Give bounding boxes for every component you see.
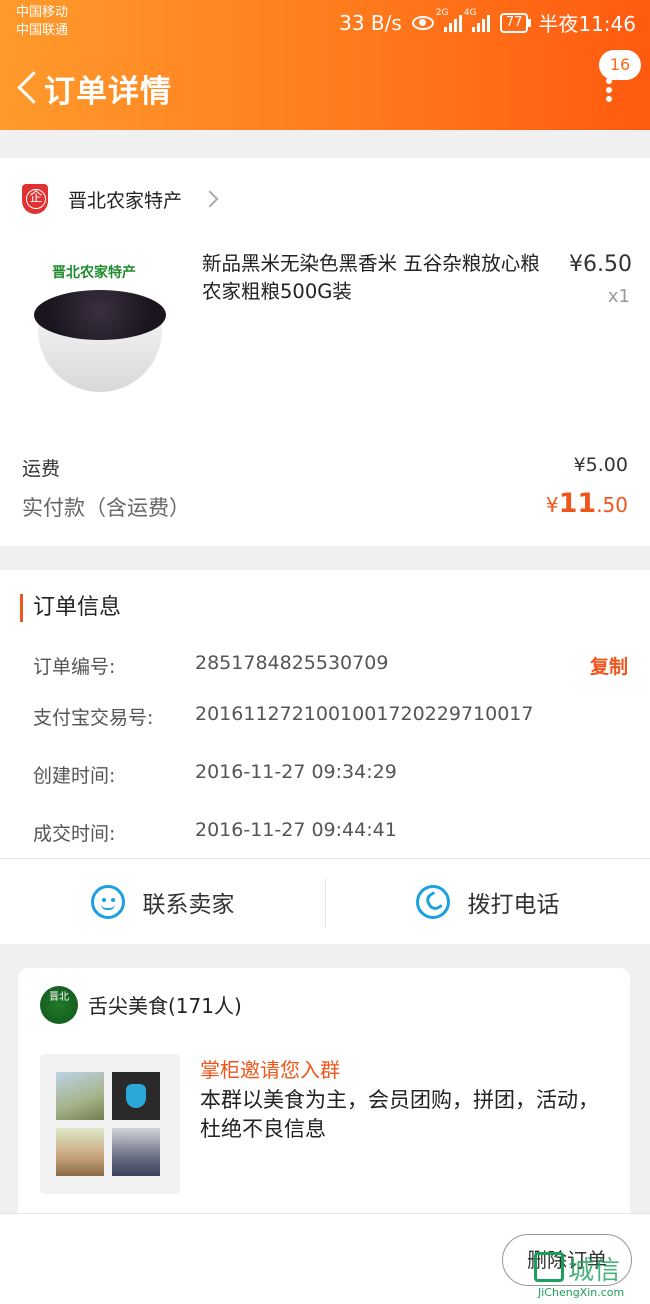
status-bar: 中国移动 中国联通 33 B/s 2G 4G 77 半夜11:46: [0, 0, 650, 46]
created-time-value: 2016-11-27 09:34:29: [195, 761, 397, 783]
shipping-label: 运费: [22, 458, 61, 480]
avatar: [112, 1128, 160, 1176]
network-type-2: 4G: [463, 7, 477, 18]
info-label: 订单编号:: [33, 656, 116, 678]
status-indicators: 33 B/s 2G 4G 77 半夜11:46: [339, 8, 636, 37]
watermark-text: 城信: [568, 1256, 621, 1286]
contact-seller-button[interactable]: 联系卖家: [0, 859, 325, 944]
invite-title: 掌柜邀请您入群: [200, 1058, 340, 1082]
created-time-row: 创建时间: 2016-11-27 09:34:29: [33, 761, 397, 788]
shop-name: 晋北农家特产: [68, 189, 183, 212]
carrier-2: 中国联通: [16, 23, 69, 38]
paid-amount-label: 实付款（含运费）: [22, 496, 190, 520]
order-info-card: 订单信息 订单编号: 2851784825530709 复制 支付宝交易号: 2…: [0, 570, 650, 944]
watermark-url: JiChengXin.com: [538, 1286, 625, 1299]
signal-icon: 2G: [436, 8, 462, 32]
battery-level: 77: [505, 14, 523, 30]
more-menu-icon[interactable]: [604, 78, 614, 104]
product-quantity: x1: [607, 286, 630, 307]
avatar: [112, 1072, 160, 1120]
order-product-card: 晋北农家特产 晋北农家特产 新品黑米无染色黑香米 五谷杂粮放心粮农家粗粮500G…: [0, 158, 650, 546]
page-title: 订单详情: [44, 74, 172, 110]
network-type-1: 2G: [435, 7, 449, 18]
deal-time-value: 2016-11-27 09:44:41: [195, 819, 397, 841]
avatar: [56, 1128, 104, 1176]
paid-amount-value: ¥11.50: [546, 488, 628, 519]
product-image[interactable]: 晋北农家特产: [22, 254, 180, 410]
info-label: 支付宝交易号:: [33, 707, 154, 729]
paid-decimal: .50: [596, 493, 628, 517]
info-label: 成交时间:: [33, 823, 116, 845]
call-phone-label: 拨打电话: [467, 891, 560, 918]
paid-integer: 11: [558, 488, 597, 519]
phone-icon: [415, 884, 450, 919]
enterprise-shop-icon: [22, 184, 48, 214]
product-price: ¥6.50: [569, 252, 632, 277]
back-icon[interactable]: [14, 68, 44, 108]
alipay-trade-value: 2016112721001001720229710017: [195, 703, 534, 725]
signal-icon: 4G: [464, 8, 490, 32]
avatar: [56, 1072, 104, 1120]
watermark-logo-icon: [534, 1252, 564, 1282]
order-info-title: 订单信息: [20, 594, 121, 622]
paid-currency: ¥: [545, 493, 559, 517]
product-image-brand: 晋北农家特产: [52, 265, 136, 281]
nav-header: 订单详情 16: [0, 46, 650, 130]
copy-button[interactable]: 复制: [590, 652, 628, 679]
group-name: 舌尖美食(171人): [88, 994, 242, 1018]
order-number-row: 订单编号: 2851784825530709: [33, 652, 388, 679]
shop-link[interactable]: 晋北农家特产: [22, 180, 219, 218]
rice-bowl-image: [34, 290, 166, 400]
app-header-bar: 中国移动 中国联通 33 B/s 2G 4G 77 半夜11:46 订单详情 1…: [0, 0, 650, 130]
carrier-1: 中国移动: [16, 5, 69, 20]
alipay-trade-row: 支付宝交易号: 2016112721001001720229710017: [33, 703, 533, 730]
info-label: 创建时间:: [33, 765, 116, 787]
group-logo: 晋北: [40, 986, 78, 1024]
shipping-value: ¥5.00: [573, 454, 628, 476]
message-count-badge[interactable]: 16: [599, 50, 641, 80]
carrier-info: 中国移动 中国联通: [16, 4, 68, 40]
call-phone-button[interactable]: 拨打电话: [325, 859, 650, 944]
battery-icon: 77: [499, 12, 531, 33]
site-watermark: 城信 JiChengXin.com: [532, 1250, 650, 1304]
eye-icon: [411, 15, 434, 30]
group-invite-card[interactable]: 晋北 舌尖美食(171人) 掌柜邀请您入群 本群以美食为主，会员团购，拼团，活动…: [18, 968, 630, 1218]
invite-description: 本群以美食为主，会员团购，拼团，活动，杜绝不良信息: [200, 1088, 599, 1141]
chat-icon: [90, 884, 125, 919]
product-title[interactable]: 新品黑米无染色黑香米 五谷杂粮放心粮农家粗粮500G装: [202, 250, 547, 306]
chevron-right-icon: [201, 190, 219, 208]
contact-seller-label: 联系卖家: [142, 891, 235, 918]
order-number-value: 2851784825530709: [195, 652, 389, 674]
clock: 半夜11:46: [538, 12, 636, 36]
group-avatars: [40, 1054, 180, 1194]
network-speed: 33 B/s: [339, 10, 402, 35]
deal-time-row: 成交时间: 2016-11-27 09:44:41: [33, 819, 397, 846]
